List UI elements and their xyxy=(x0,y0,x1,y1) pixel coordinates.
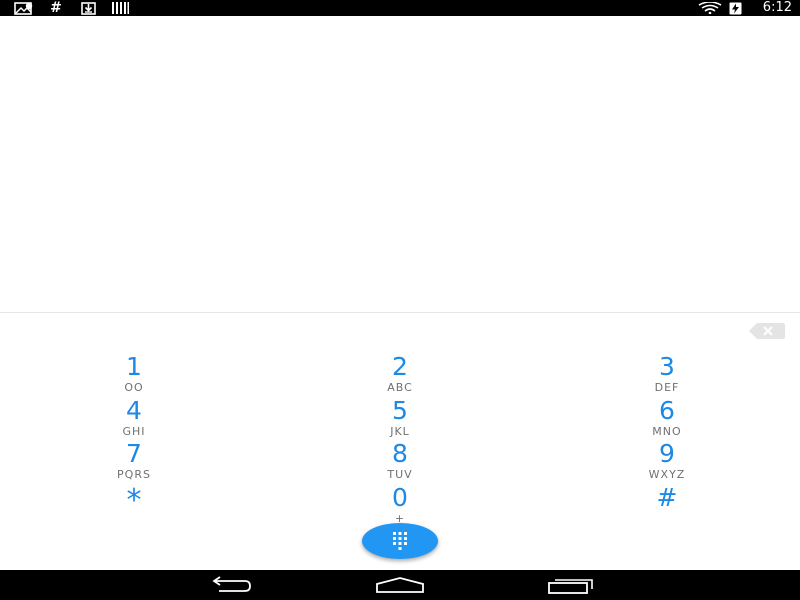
key-3[interactable]: 3 DEF xyxy=(607,352,727,396)
navigation-bar xyxy=(0,570,800,600)
key-letters: TUV xyxy=(387,468,413,481)
download-notification-icon xyxy=(80,1,96,15)
key-digit: 6 xyxy=(659,396,675,425)
key-letters xyxy=(607,513,727,525)
status-time: 6:12 xyxy=(762,0,792,15)
barcode-notification-icon xyxy=(111,1,129,15)
key-digit: # xyxy=(656,483,678,512)
backspace-icon xyxy=(749,323,785,339)
key-letters: GHI xyxy=(122,425,146,438)
key-4[interactable]: 4 GHI xyxy=(74,396,194,440)
key-letters: OO xyxy=(124,381,144,394)
key-hash[interactable]: # xyxy=(607,483,727,527)
dialpad-toggle-button[interactable] xyxy=(362,523,438,559)
key-letters: ABC xyxy=(387,381,413,394)
status-bar: # 6:12 xyxy=(0,0,800,16)
recents-button[interactable] xyxy=(542,573,602,597)
key-digit: 4 xyxy=(126,396,142,425)
key-6[interactable]: 6 MNO xyxy=(607,396,727,440)
dialpad-icon xyxy=(393,532,407,550)
key-letters: JKL xyxy=(390,425,410,438)
key-digit: 0 xyxy=(392,483,408,512)
key-letters: WXYZ xyxy=(648,468,686,481)
key-letters: DEF xyxy=(654,381,680,394)
home-button[interactable] xyxy=(370,573,430,597)
key-letters xyxy=(74,519,194,531)
picture-notification-icon xyxy=(14,1,34,15)
divider xyxy=(0,312,800,313)
key-5[interactable]: 5 JKL xyxy=(340,396,460,440)
delete-button[interactable] xyxy=(748,322,786,340)
key-digit: 2 xyxy=(392,352,408,381)
key-letters: PQRS xyxy=(117,468,151,481)
key-digit: 5 xyxy=(392,396,408,425)
key-digit: 3 xyxy=(659,352,675,381)
dialed-digits-display[interactable] xyxy=(0,16,800,312)
key-2[interactable]: 2 ABC xyxy=(340,352,460,396)
wifi-icon xyxy=(698,1,722,15)
key-0[interactable]: 0 + xyxy=(340,483,460,527)
key-1[interactable]: 1 OO xyxy=(74,352,194,396)
key-letters: MNO xyxy=(652,425,682,438)
key-digit: 9 xyxy=(659,439,675,468)
key-digit: * xyxy=(126,483,142,518)
back-icon xyxy=(212,576,251,592)
back-button[interactable] xyxy=(199,573,259,597)
dialer-screen: # 6:12 1 OO 2 ABC 3 DEF 4 GHI 5 JKL 6 MN… xyxy=(0,0,800,600)
dialpad: 1 OO 2 ABC 3 DEF 4 GHI 5 JKL 6 MNO 7 PQR… xyxy=(0,350,800,526)
home-icon xyxy=(376,577,424,593)
key-8[interactable]: 8 TUV xyxy=(340,439,460,483)
key-star[interactable]: * xyxy=(74,483,194,527)
key-digit: 7 xyxy=(126,439,142,468)
key-7[interactable]: 7 PQRS xyxy=(74,439,194,483)
recents-icon xyxy=(548,579,593,594)
key-digit: 1 xyxy=(126,352,142,381)
battery-charging-icon xyxy=(728,1,742,15)
key-9[interactable]: 9 WXYZ xyxy=(607,439,727,483)
hash-notification-icon: # xyxy=(50,0,62,16)
key-digit: 8 xyxy=(392,439,408,468)
